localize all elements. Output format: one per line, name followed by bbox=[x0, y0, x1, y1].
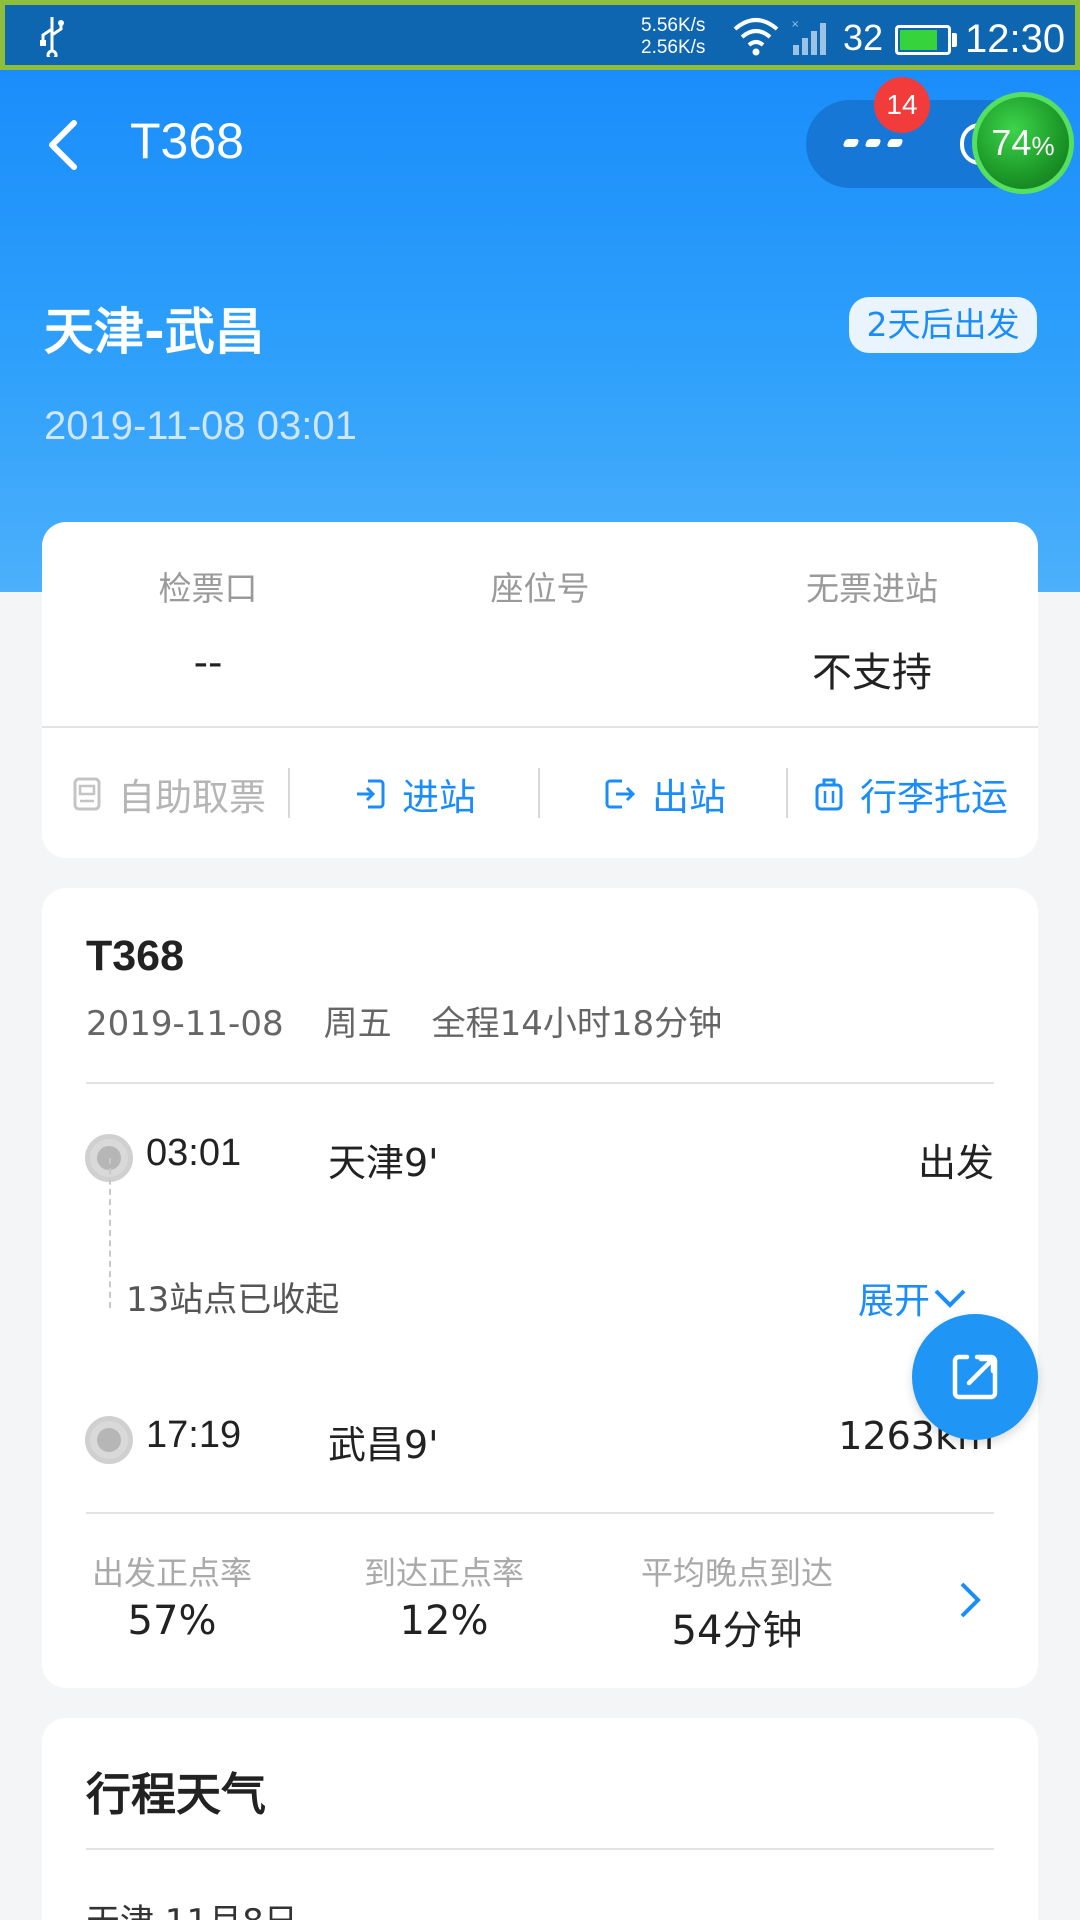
separator bbox=[538, 768, 540, 818]
info-col-gate: 检票口 -- bbox=[42, 562, 374, 690]
route-line bbox=[109, 1158, 111, 1308]
expand-label: 展开 bbox=[858, 1281, 931, 1322]
action-label: 出站 bbox=[652, 776, 726, 819]
arrival-station: 武昌9' bbox=[328, 1423, 439, 1467]
collapsed-stops-text: 13站点已收起 bbox=[126, 1280, 340, 1320]
separator bbox=[786, 768, 788, 818]
stat-value: 54分钟 bbox=[671, 1608, 803, 1654]
enter-station-icon bbox=[357, 779, 385, 809]
signal-number: 32 bbox=[843, 17, 884, 58]
divider bbox=[86, 1848, 994, 1850]
train-number: T368 bbox=[86, 932, 185, 980]
stat-depart-ontime[interactable]: 出发正点率 57% bbox=[86, 1548, 258, 1644]
chevron-right-icon[interactable] bbox=[954, 1578, 984, 1626]
enter-station-button[interactable]: 进站 bbox=[354, 764, 476, 824]
ticketless-label: 无票进站 bbox=[806, 569, 938, 608]
svg-text:×: × bbox=[791, 19, 799, 30]
departure-status: 出发 bbox=[917, 1141, 994, 1185]
status-bar: 5.56K/s 2.56K/s × 32 12:30 bbox=[0, 0, 1080, 70]
gate-value: -- bbox=[193, 640, 223, 686]
divider bbox=[86, 1082, 994, 1084]
train-duration: 全程14小时18分钟 bbox=[431, 1004, 723, 1044]
page-title: T368 bbox=[130, 113, 244, 169]
stat-label: 到达正点率 bbox=[363, 1554, 524, 1592]
gate-label: 检票口 bbox=[158, 569, 258, 608]
seat-label: 座位号 bbox=[490, 569, 590, 608]
route-title: 天津-武昌 bbox=[44, 303, 265, 361]
arrival-time: 17:19 bbox=[146, 1414, 242, 1456]
stat-arrive-ontime[interactable]: 到达正点率 12% bbox=[358, 1548, 530, 1644]
depart-countdown-badge: 2天后出发 bbox=[849, 297, 1037, 353]
train-weekday: 周五 bbox=[323, 1004, 392, 1044]
expand-button[interactable]: 展开 bbox=[858, 1272, 970, 1324]
chevron-down-icon bbox=[934, 1289, 966, 1308]
action-label: 自助取票 bbox=[118, 776, 266, 819]
divider bbox=[42, 726, 1038, 728]
train-date: 2019-11-08 bbox=[86, 1004, 284, 1044]
weather-title: 行程天气 bbox=[86, 1768, 267, 1821]
share-button[interactable] bbox=[912, 1314, 1038, 1440]
luggage-icon bbox=[815, 778, 843, 811]
train-meta: 2019-11-08 周五 全程14小时18分钟 bbox=[86, 996, 762, 1045]
action-label: 进站 bbox=[402, 776, 476, 819]
weather-card: 行程天气 天津 11月8日 bbox=[42, 1718, 1038, 1920]
self-service-ticket-button[interactable]: 自助取票 bbox=[72, 764, 266, 824]
stat-value: 57% bbox=[127, 1598, 217, 1644]
more-icon[interactable] bbox=[842, 135, 904, 155]
departure-datetime: 2019-11-08 03:01 bbox=[44, 404, 357, 448]
luggage-checkin-button[interactable]: 行李托运 bbox=[814, 764, 1008, 824]
stat-label: 平均晚点到达 bbox=[640, 1554, 833, 1592]
stat-avg-delay[interactable]: 平均晚点到达 54分钟 bbox=[632, 1548, 842, 1656]
exit-station-button[interactable]: 出站 bbox=[604, 764, 726, 824]
ticket-info-card: 检票口 -- 座位号 无票进站 不支持 自助取票 进站 出站 行李托运 bbox=[42, 522, 1038, 858]
progress-ring[interactable]: 74% bbox=[972, 92, 1074, 194]
stat-value: 12% bbox=[399, 1598, 489, 1644]
info-col-seat: 座位号 bbox=[374, 562, 706, 690]
info-col-ticketless: 无票进站 不支持 bbox=[706, 562, 1038, 696]
train-card: T368 2019-11-08 周五 全程14小时18分钟 03:01 天津9' 出… bbox=[42, 888, 1038, 1688]
departure-time: 03:01 bbox=[146, 1132, 242, 1174]
ticket-machine-icon bbox=[73, 777, 101, 811]
clock: 12:30 bbox=[965, 17, 1066, 61]
seat-value bbox=[374, 640, 706, 690]
departure-station: 天津9' bbox=[328, 1141, 439, 1185]
action-label: 行李托运 bbox=[860, 776, 1008, 819]
weather-first-line: 天津 11月8日 bbox=[86, 1894, 298, 1920]
divider bbox=[86, 1512, 994, 1514]
exit-station-icon bbox=[605, 779, 636, 809]
usb-icon bbox=[37, 15, 67, 67]
network-speed: 5.56K/s 2.56K/s bbox=[641, 15, 706, 58]
stat-label: 出发正点率 bbox=[91, 1554, 252, 1592]
wifi-icon bbox=[731, 13, 781, 59]
ticketless-value: 不支持 bbox=[812, 650, 932, 696]
signal-icon: × bbox=[791, 17, 831, 57]
notification-badge: 14 bbox=[874, 77, 930, 133]
battery-icon bbox=[895, 25, 951, 55]
separator bbox=[288, 768, 290, 818]
share-icon bbox=[952, 1354, 998, 1400]
arrival-dot-icon bbox=[85, 1416, 133, 1464]
back-icon[interactable] bbox=[44, 115, 84, 175]
battery-tip bbox=[952, 33, 957, 47]
